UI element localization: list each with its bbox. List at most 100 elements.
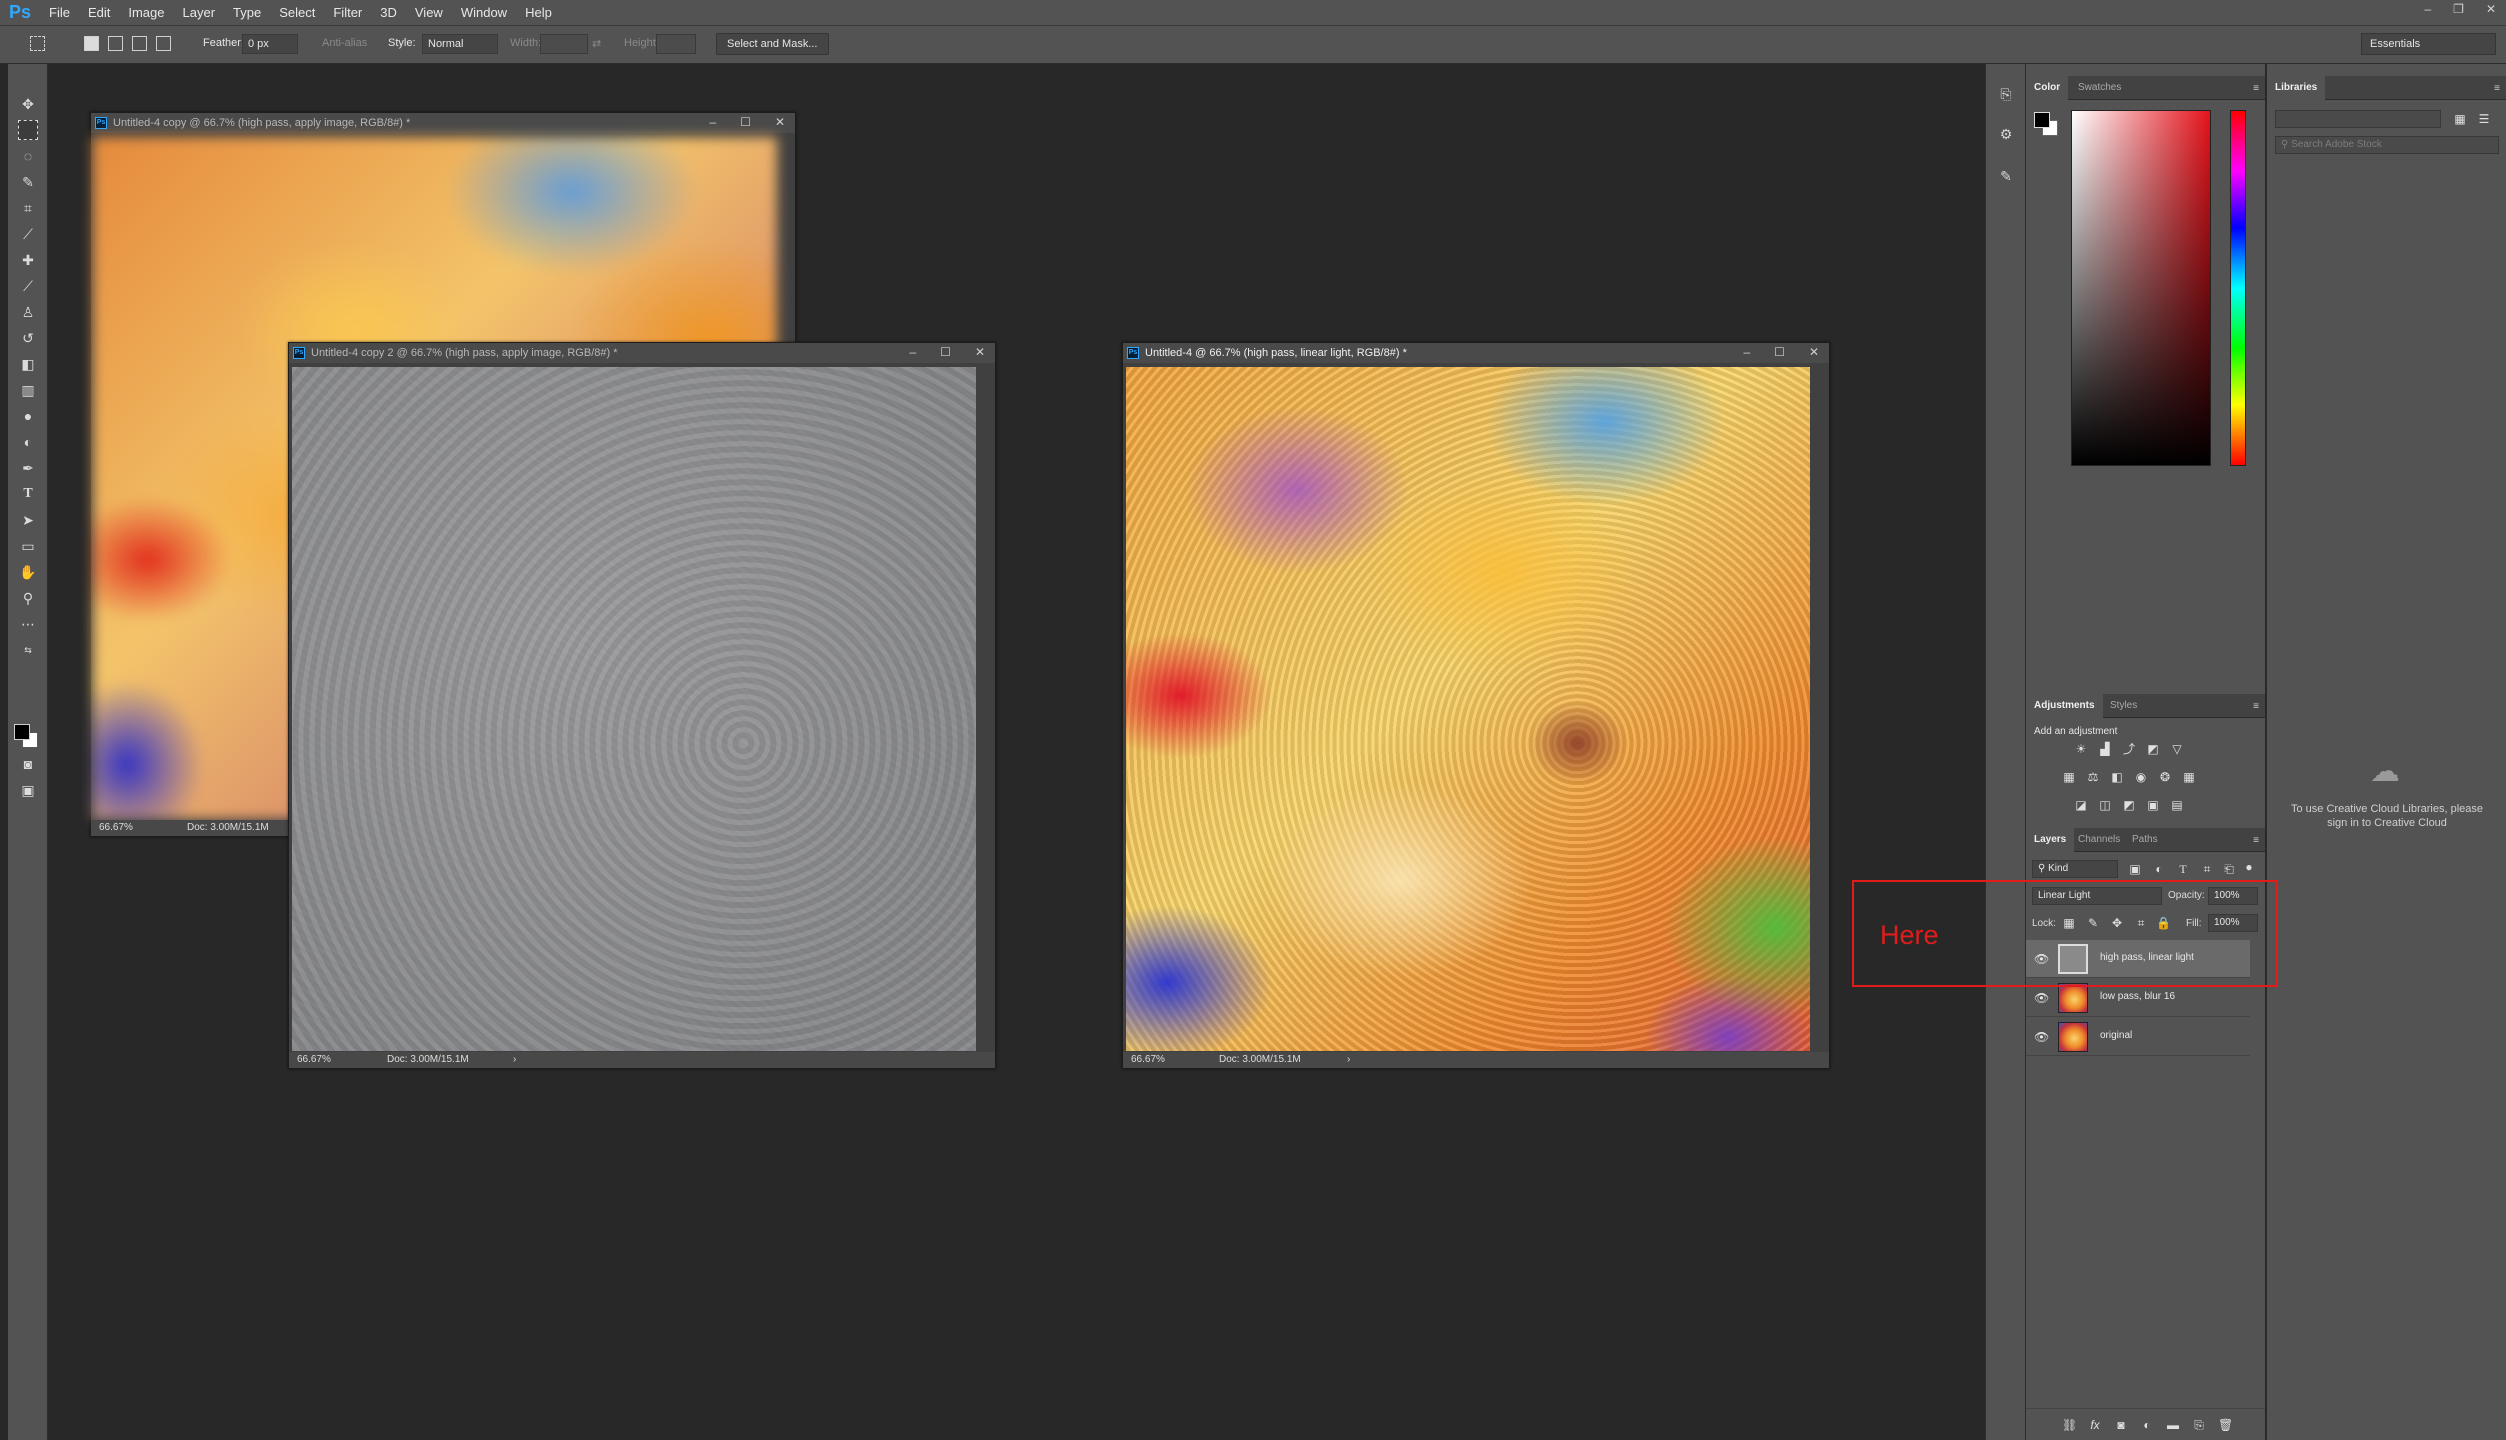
- filter-pixel-icon[interactable]: ▣: [2128, 862, 2142, 876]
- library-select[interactable]: [2275, 110, 2441, 128]
- anti-alias-checkbox[interactable]: Anti-alias: [322, 37, 367, 49]
- restore-icon[interactable]: ❐: [2453, 2, 2464, 16]
- rectangle-tool-icon[interactable]: ▭: [18, 536, 38, 556]
- levels-icon[interactable]: ▟: [2098, 742, 2112, 756]
- filter-smart-object-icon[interactable]: ⎗: [2222, 862, 2236, 876]
- filter-toggle-icon[interactable]: ●: [2242, 860, 2256, 874]
- document-window-copy-2[interactable]: Ps Untitled-4 copy 2 @ 66.7% (high pass,…: [288, 342, 996, 1069]
- delete-layer-icon[interactable]: 🗑: [2218, 1418, 2233, 1432]
- quick-selection-tool-icon[interactable]: ✎: [18, 172, 38, 192]
- foreground-color-chip[interactable]: [2034, 112, 2050, 128]
- status-arrow-icon[interactable]: ›: [1347, 1054, 1350, 1065]
- menu-help[interactable]: Help: [516, 5, 561, 20]
- marquee-tool-preset-icon[interactable]: [30, 36, 45, 51]
- minimize-icon[interactable]: –: [2424, 2, 2431, 16]
- zoom-tool-icon[interactable]: ⚲: [18, 588, 38, 608]
- new-adjustment-layer-icon[interactable]: ◐: [2140, 1418, 2154, 1432]
- document-canvas-result[interactable]: [1126, 367, 1810, 1051]
- layer-style-icon[interactable]: fx: [2088, 1418, 2102, 1432]
- add-mask-icon[interactable]: ◙: [2114, 1418, 2128, 1432]
- document-canvas-high-pass[interactable]: [292, 367, 976, 1051]
- vibrance-icon[interactable]: ▽: [2170, 742, 2184, 756]
- blur-tool-icon[interactable]: ●: [18, 406, 38, 426]
- brightness-contrast-icon[interactable]: ☀: [2074, 742, 2088, 756]
- maximize-icon[interactable]: ☐: [1774, 345, 1785, 359]
- tab-layers[interactable]: Layers: [2026, 828, 2075, 852]
- brush-settings-icon[interactable]: ✎: [1997, 168, 2015, 186]
- minimize-icon[interactable]: –: [1743, 345, 1750, 359]
- foreground-color-swatch[interactable]: [14, 724, 30, 740]
- list-view-icon[interactable]: ☰: [2477, 112, 2491, 126]
- panel-menu-icon[interactable]: ≡: [2253, 701, 2259, 712]
- new-layer-icon[interactable]: ⎘: [2192, 1418, 2206, 1432]
- menu-edit[interactable]: Edit: [79, 5, 119, 20]
- zoom-level[interactable]: 66.67%: [1131, 1054, 1165, 1065]
- document-size-info[interactable]: Doc: 3.00M/15.1M: [187, 822, 269, 833]
- menu-window[interactable]: Window: [452, 5, 516, 20]
- properties-panel-icon[interactable]: ⚙: [1997, 126, 2015, 144]
- maximize-icon[interactable]: ☐: [940, 345, 951, 359]
- menu-3d[interactable]: 3D: [371, 5, 406, 20]
- exposure-icon[interactable]: ◩: [2146, 742, 2160, 756]
- panel-menu-icon[interactable]: ≡: [2494, 83, 2500, 94]
- menu-type[interactable]: Type: [224, 5, 270, 20]
- gradient-map-icon[interactable]: ▤: [2170, 798, 2184, 812]
- tab-channels[interactable]: Channels: [2070, 828, 2128, 852]
- subtract-selection-icon[interactable]: [132, 36, 147, 51]
- threshold-icon[interactable]: ◩: [2122, 798, 2136, 812]
- type-tool-icon[interactable]: T: [18, 484, 38, 504]
- pen-tool-icon[interactable]: ✒: [18, 458, 38, 478]
- lasso-tool-icon[interactable]: ◌: [18, 146, 38, 166]
- tab-adjustments[interactable]: Adjustments: [2026, 694, 2103, 718]
- close-icon[interactable]: ✕: [975, 345, 985, 359]
- select-and-mask-button[interactable]: Select and Mask...: [716, 33, 829, 55]
- swap-icon[interactable]: ⇄: [592, 37, 601, 50]
- photo-filter-icon[interactable]: ◉: [2134, 770, 2148, 784]
- posterize-icon[interactable]: ◫: [2098, 798, 2112, 812]
- zoom-level[interactable]: 66.67%: [297, 1054, 331, 1065]
- tab-libraries[interactable]: Libraries: [2267, 76, 2326, 100]
- tab-color[interactable]: Color: [2026, 76, 2069, 100]
- tab-paths[interactable]: Paths: [2124, 828, 2166, 852]
- visibility-eye-icon[interactable]: 👁: [2034, 991, 2049, 1005]
- status-arrow-icon[interactable]: ›: [513, 1054, 516, 1065]
- menu-filter[interactable]: Filter: [324, 5, 371, 20]
- menu-image[interactable]: Image: [119, 5, 173, 20]
- panel-menu-icon[interactable]: ≡: [2253, 835, 2259, 846]
- brush-tool-icon[interactable]: ⟋: [18, 276, 38, 296]
- filter-adjustment-icon[interactable]: ◐: [2152, 862, 2166, 876]
- move-tool-icon[interactable]: ✥: [18, 94, 38, 114]
- width-input[interactable]: [540, 34, 588, 54]
- style-select[interactable]: Normal: [422, 34, 498, 54]
- rectangular-marquee-tool-icon[interactable]: [18, 120, 38, 140]
- adobe-stock-search-input[interactable]: ⚲ Search Adobe Stock: [2275, 136, 2499, 154]
- crop-tool-icon[interactable]: ⌗: [18, 198, 38, 218]
- invert-icon[interactable]: ◪: [2074, 798, 2088, 812]
- new-selection-icon[interactable]: [84, 36, 99, 51]
- layer-filter-kind-select[interactable]: ⚲ Kind: [2032, 860, 2118, 878]
- workspace-select[interactable]: Essentials: [2361, 33, 2496, 55]
- clone-stamp-tool-icon[interactable]: ♙: [18, 302, 38, 322]
- hue-saturation-icon[interactable]: ▦: [2062, 770, 2076, 784]
- screen-mode-icon[interactable]: ▣: [18, 780, 38, 800]
- link-layers-icon[interactable]: ⛓: [2062, 1418, 2077, 1432]
- close-icon[interactable]: ✕: [1809, 345, 1819, 359]
- intersect-selection-icon[interactable]: [156, 36, 171, 51]
- height-input[interactable]: [656, 34, 696, 54]
- filter-shape-icon[interactable]: ⌗: [2200, 862, 2214, 876]
- grid-view-icon[interactable]: ▦: [2453, 112, 2467, 126]
- document-window-main[interactable]: Ps Untitled-4 @ 66.7% (high pass, linear…: [1122, 342, 1830, 1069]
- maximize-icon[interactable]: ☐: [740, 115, 751, 129]
- panel-menu-icon[interactable]: ≡: [2253, 83, 2259, 94]
- hue-slider[interactable]: [2230, 110, 2246, 466]
- document-title-bar[interactable]: Ps Untitled-4 copy 2 @ 66.7% (high pass,…: [289, 343, 995, 363]
- curves-icon[interactable]: ⤴: [2122, 742, 2136, 756]
- color-picker-field[interactable]: [2071, 110, 2211, 466]
- document-title-bar[interactable]: Ps Untitled-4 @ 66.7% (high pass, linear…: [1123, 343, 1829, 363]
- path-selection-tool-icon[interactable]: ➤: [18, 510, 38, 530]
- close-icon[interactable]: ✕: [2486, 2, 2496, 16]
- add-selection-icon[interactable]: [108, 36, 123, 51]
- dodge-tool-icon[interactable]: ◐: [18, 432, 38, 452]
- color-lookup-icon[interactable]: ▦: [2182, 770, 2196, 784]
- visibility-eye-icon[interactable]: 👁: [2034, 1030, 2049, 1044]
